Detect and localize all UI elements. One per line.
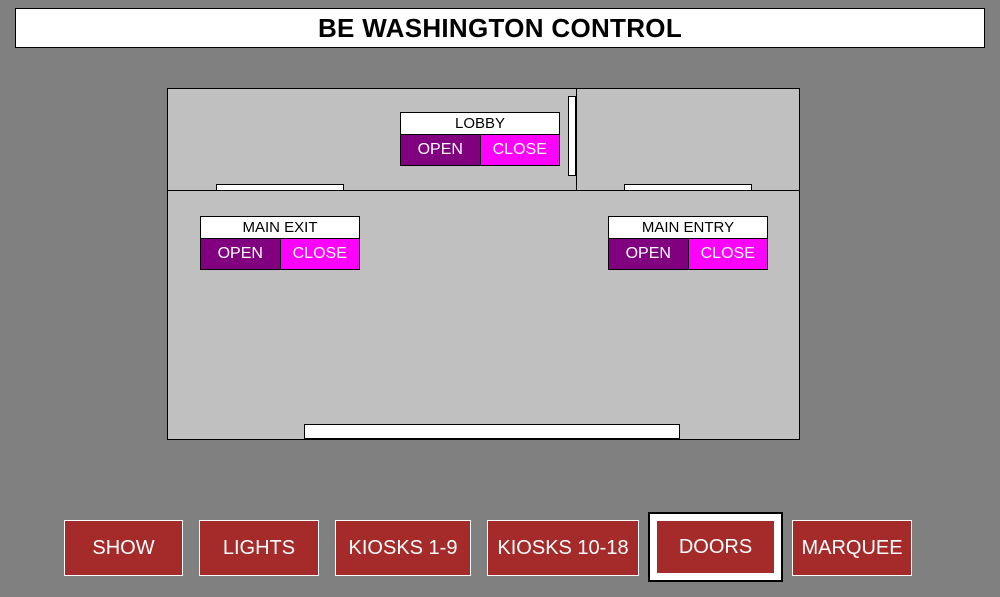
main-entry-open-button[interactable]: OPEN	[608, 239, 688, 270]
show-nav-button[interactable]: SHOW	[64, 520, 183, 576]
lobby-doorway	[568, 96, 576, 176]
marquee-nav-button[interactable]: MARQUEE	[792, 520, 912, 576]
main-entry-doorway	[624, 184, 752, 191]
doors-nav-button[interactable]: DOORS	[648, 512, 783, 582]
main-entry-door-control: MAIN ENTRY OPEN CLOSE	[608, 216, 768, 270]
main-exit-door-control: MAIN EXIT OPEN CLOSE	[200, 216, 360, 270]
lobby-door-control: LOBBY OPEN CLOSE	[400, 112, 560, 166]
lobby-door-label: LOBBY	[400, 112, 560, 135]
main-exit-close-button[interactable]: CLOSE	[279, 239, 360, 270]
interior-wall-vertical	[576, 89, 577, 190]
main-exit-doorway	[216, 184, 344, 191]
kiosks-10-18-nav-button[interactable]: KIOSKS 10-18	[487, 520, 639, 576]
main-exit-door-label: MAIN EXIT	[200, 216, 360, 239]
kiosks-1-9-nav-button[interactable]: KIOSKS 1-9	[335, 520, 471, 576]
main-entry-close-button[interactable]: CLOSE	[687, 239, 768, 270]
lights-nav-button[interactable]: LIGHTS	[199, 520, 319, 576]
main-entry-door-label: MAIN ENTRY	[608, 216, 768, 239]
lobby-close-button[interactable]: CLOSE	[479, 135, 560, 166]
page-title: BE WASHINGTON CONTROL	[15, 8, 985, 48]
doors-nav-label: DOORS	[657, 521, 774, 573]
lobby-open-button[interactable]: OPEN	[400, 135, 480, 166]
floor-plan: LOBBY OPEN CLOSE MAIN EXIT OPEN CLOSE MA…	[167, 88, 800, 440]
front-doorway	[304, 424, 680, 439]
main-exit-open-button[interactable]: OPEN	[200, 239, 280, 270]
